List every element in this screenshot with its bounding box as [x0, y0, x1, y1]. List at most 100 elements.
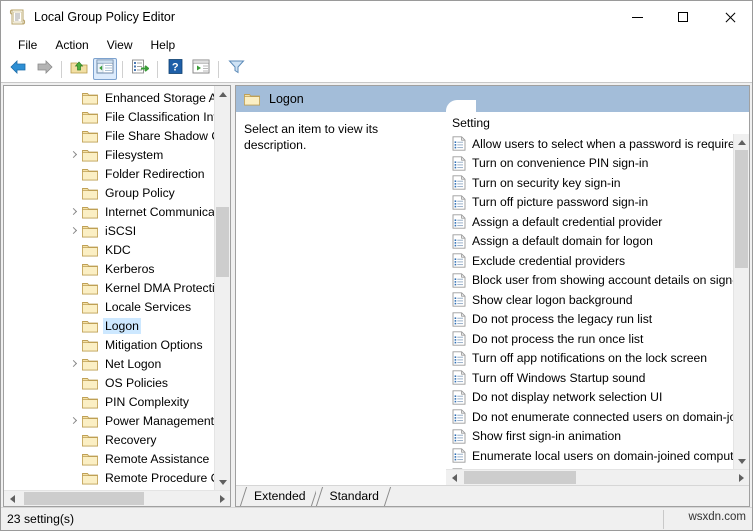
- tab-standard[interactable]: Standard: [315, 486, 389, 506]
- menu-file[interactable]: File: [9, 36, 46, 54]
- tab-extended[interactable]: Extended: [240, 486, 316, 506]
- tree-vertical-scrollbar[interactable]: [214, 86, 230, 490]
- setting-row[interactable]: Do not process the run once list: [446, 329, 749, 349]
- tree-scroll-track[interactable]: [215, 102, 230, 474]
- settings-scroll-left-button[interactable]: [446, 470, 462, 485]
- tree-item-remote-procedure-c[interactable]: Remote Procedure C: [4, 468, 230, 487]
- show-properties-button[interactable]: [189, 58, 213, 80]
- tree-scroll-left-button[interactable]: [4, 491, 20, 506]
- setting-label: Show first sign-in animation: [472, 429, 622, 444]
- show-hide-console-tree-button[interactable]: [93, 58, 117, 80]
- maximize-button[interactable]: [660, 1, 706, 33]
- close-button[interactable]: [706, 1, 752, 33]
- tree-scroll-right-button[interactable]: [214, 491, 230, 506]
- tree-item-internet-communica[interactable]: Internet Communica: [4, 202, 230, 221]
- tree-item-logon[interactable]: Logon: [4, 316, 230, 335]
- tree-scroll-down-button[interactable]: [215, 474, 230, 490]
- setting-row[interactable]: Do not display network selection UI: [446, 388, 749, 408]
- menu-action[interactable]: Action: [46, 36, 97, 54]
- tree-item-removable-storage[interactable]: Removable Storage: [4, 487, 230, 491]
- setting-row[interactable]: Block user from showing account details …: [446, 271, 749, 291]
- setting-row[interactable]: Assign a default credential provider: [446, 212, 749, 232]
- tree-item-label: File Share Shadow C: [105, 128, 221, 143]
- window-controls: [614, 1, 752, 33]
- tree-item-kernel-dma-protecti[interactable]: Kernel DMA Protecti: [4, 278, 230, 297]
- settings-vertical-scrollbar[interactable]: [733, 134, 749, 469]
- tree-item-os-policies[interactable]: OS Policies: [4, 373, 230, 392]
- menu-view[interactable]: View: [98, 36, 142, 54]
- setting-row[interactable]: Show first sign-in animation: [446, 427, 749, 447]
- policy-setting-icon: [452, 273, 466, 288]
- expand-chevron-icon[interactable]: [68, 149, 80, 161]
- setting-row[interactable]: Turn off Windows Startup sound: [446, 368, 749, 388]
- setting-row[interactable]: Exclude credential providers: [446, 251, 749, 271]
- tree-item-kdc[interactable]: KDC: [4, 240, 230, 259]
- tree-item-file-classification-inf[interactable]: File Classification Inf: [4, 107, 230, 126]
- export-list-button[interactable]: [128, 58, 152, 80]
- setting-label: Enumerate local users on domain-joined c…: [472, 448, 745, 463]
- expand-chevron-icon[interactable]: [68, 225, 80, 237]
- policy-setting-icon: [452, 156, 466, 171]
- minimize-button[interactable]: [614, 1, 660, 33]
- local-group-policy-editor-window: Local Group Policy Editor File Action Vi…: [0, 0, 753, 531]
- tree-item-file-share-shadow-c[interactable]: File Share Shadow C: [4, 126, 230, 145]
- chevron-right-icon: [219, 494, 225, 503]
- tree-item-kerberos[interactable]: Kerberos: [4, 259, 230, 278]
- tree-item-filesystem[interactable]: Filesystem: [4, 145, 230, 164]
- expand-chevron-icon[interactable]: [68, 358, 80, 370]
- settings-horizontal-scrollbar[interactable]: [446, 469, 749, 485]
- tree-item-remote-assistance[interactable]: Remote Assistance: [4, 449, 230, 468]
- tree-item-power-management[interactable]: Power Management: [4, 411, 230, 430]
- tree-scroll-thumb[interactable]: [216, 207, 229, 277]
- setting-row[interactable]: Show clear logon background: [446, 290, 749, 310]
- tree-item-recovery[interactable]: Recovery: [4, 430, 230, 449]
- tree-item-mitigation-options[interactable]: Mitigation Options: [4, 335, 230, 354]
- forward-icon: [35, 59, 54, 80]
- tree-item-locale-services[interactable]: Locale Services: [4, 297, 230, 316]
- setting-row[interactable]: Hide entry points for Fast User Switchin…: [446, 466, 749, 469]
- tree-item-pin-complexity[interactable]: PIN Complexity: [4, 392, 230, 411]
- setting-row[interactable]: Turn on security key sign-in: [446, 173, 749, 193]
- tree-hscroll-thumb[interactable]: [24, 492, 144, 505]
- tree-scroll-up-button[interactable]: [215, 86, 230, 102]
- tree-item-label: iSCSI: [105, 223, 137, 238]
- tree-item-enhanced-storage-a[interactable]: Enhanced Storage A: [4, 88, 230, 107]
- settings-scroll-right-button[interactable]: [733, 470, 749, 485]
- window-title: Local Group Policy Editor: [34, 10, 176, 24]
- column-header-setting[interactable]: Setting: [452, 116, 490, 130]
- setting-row[interactable]: Do not enumerate connected users on doma…: [446, 407, 749, 427]
- description-pane: Select an item to view its description.: [236, 112, 445, 485]
- settings-hscroll-track[interactable]: [462, 470, 733, 485]
- tree-horizontal-scrollbar[interactable]: [4, 490, 230, 506]
- tree-hscroll-track[interactable]: [20, 491, 214, 506]
- tree-list: Enhanced Storage A File Classification In…: [4, 88, 230, 490]
- settings-scroll-up-button[interactable]: [734, 134, 749, 150]
- forward-button[interactable]: [32, 58, 56, 80]
- setting-row[interactable]: Do not process the legacy run list: [446, 310, 749, 330]
- setting-row[interactable]: Assign a default domain for logon: [446, 232, 749, 252]
- settings-hscroll-thumb[interactable]: [464, 471, 576, 484]
- tree-item-folder-redirection[interactable]: Folder Redirection: [4, 164, 230, 183]
- setting-row[interactable]: Turn on convenience PIN sign-in: [446, 154, 749, 174]
- up-one-level-button[interactable]: [67, 58, 91, 80]
- settings-scroll-thumb[interactable]: [735, 150, 748, 268]
- status-text: 23 setting(s): [7, 512, 75, 526]
- tree-item-net-logon[interactable]: Net Logon: [4, 354, 230, 373]
- setting-row[interactable]: Turn off picture password sign-in: [446, 193, 749, 213]
- menu-help[interactable]: Help: [142, 36, 185, 54]
- tree-item-label: Kerberos: [105, 261, 155, 276]
- setting-row[interactable]: Turn off app notifications on the lock s…: [446, 349, 749, 369]
- settings-scroll-track[interactable]: [734, 150, 749, 453]
- expand-chevron-icon[interactable]: [68, 206, 80, 218]
- setting-row[interactable]: Enumerate local users on domain-joined c…: [446, 446, 749, 466]
- help-button[interactable]: ?: [163, 58, 187, 80]
- expand-chevron-icon[interactable]: [68, 415, 80, 427]
- setting-row[interactable]: Allow users to select when a password is…: [446, 134, 749, 154]
- tree-item-iscsi[interactable]: iSCSI: [4, 221, 230, 240]
- setting-label: Exclude credential providers: [472, 253, 626, 268]
- chevron-right-icon: [738, 473, 744, 482]
- settings-scroll-down-button[interactable]: [734, 453, 749, 469]
- tree-item-group-policy[interactable]: Group Policy: [4, 183, 230, 202]
- back-button[interactable]: [6, 58, 30, 80]
- filter-button[interactable]: [224, 58, 248, 80]
